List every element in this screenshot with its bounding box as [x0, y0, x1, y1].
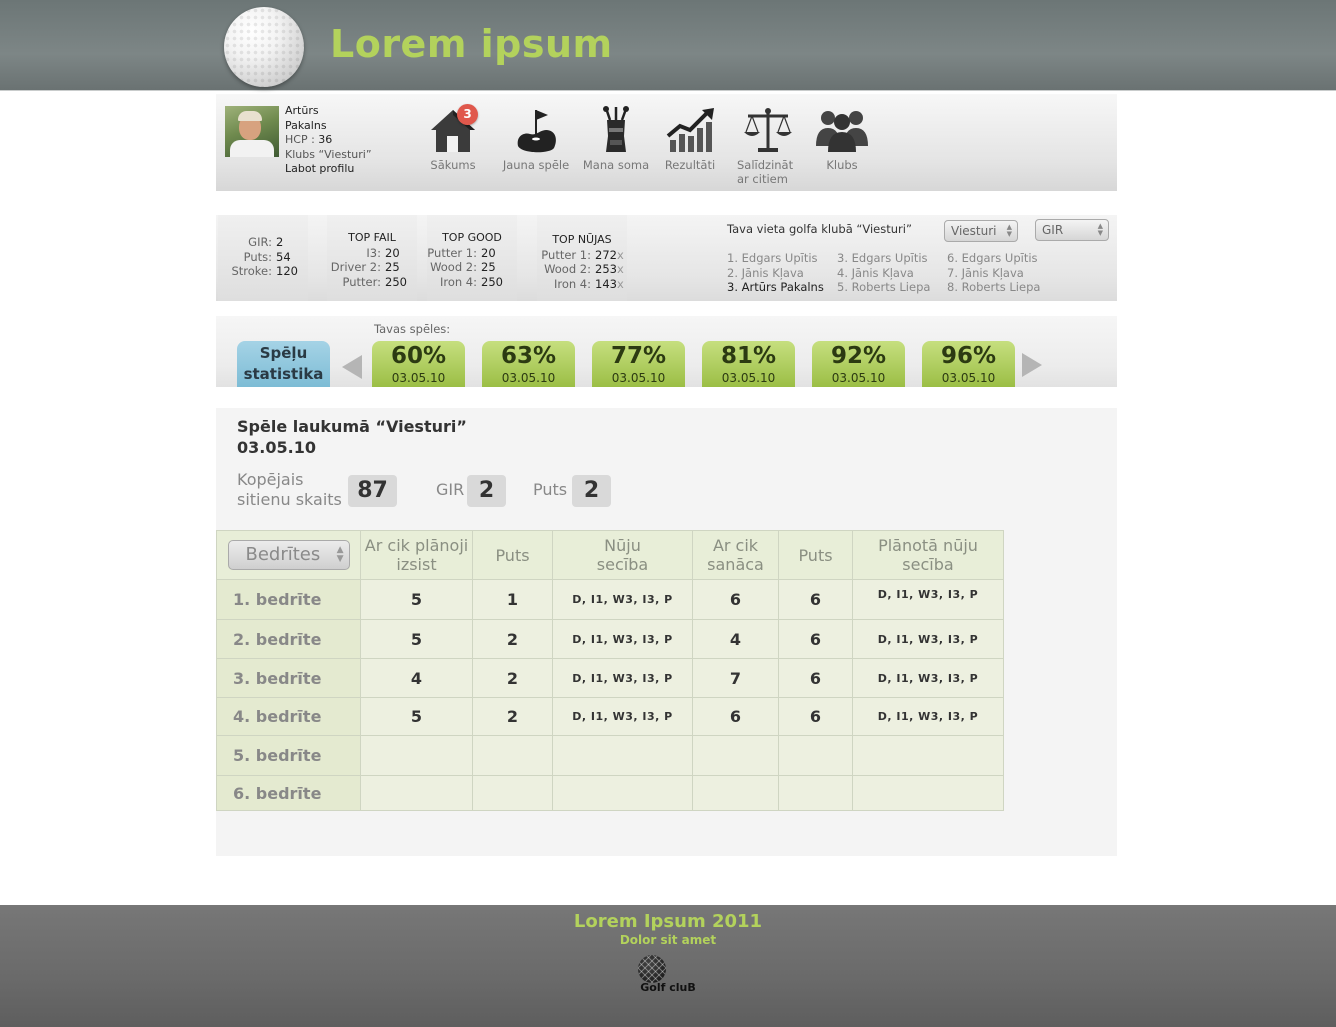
- table-row[interactable]: 5. bedrīte: [216, 735, 1004, 776]
- total-strokes-value: 87: [348, 475, 397, 507]
- games-label: Tavas spēles:: [374, 322, 451, 336]
- golf-flag-icon: [517, 110, 556, 153]
- nav-new-game[interactable]: Jauna spēle: [498, 106, 574, 172]
- edit-profile-link[interactable]: Labot profilu: [285, 162, 372, 177]
- users-group-icon: [816, 111, 868, 152]
- nav-home[interactable]: 3 Sākums: [423, 104, 483, 172]
- table-header-row: Bedrītes ▲ ▼ Ar cik plānoji izsist Puts Nū…: [216, 530, 1004, 580]
- footer-subtitle: Dolor sit amet: [619, 933, 717, 947]
- profile-last-name: Pakalns: [285, 118, 327, 132]
- stats-bar: GIR: 2 Puts: 54 Stroke: 120 TOP FAIL I3: 20 …: [216, 215, 1117, 301]
- game-tab[interactable]: 77% 03.05.10: [592, 341, 685, 387]
- site-header: Lorem ipsum: [0, 0, 1336, 91]
- header-club-sequence: Nūju secība: [552, 530, 693, 580]
- holes-select-header: Bedrītes ▲ ▼: [216, 530, 361, 580]
- game-details-panel: Spēle laukumā “Viesturi” 03.05.10 Kopēja…: [216, 408, 1117, 856]
- ranking-col-1: 1. Edgars Upītis 2. Jānis Kļava 3. Artūr…: [727, 251, 824, 294]
- game-tab[interactable]: 96% 03.05.10: [922, 341, 1015, 387]
- holes-table: Bedrītes ▲ ▼ Ar cik plānoji izsist Puts Nū…: [216, 530, 1004, 811]
- tab-game-statistics[interactable]: Spēļu statistika: [237, 341, 330, 387]
- game-course: Spēle laukumā “Viesturi”: [237, 417, 467, 436]
- profile-club: Klubs “Viesturi”: [285, 147, 372, 161]
- golf-club-logo-icon[interactable]: [638, 955, 666, 983]
- site-title[interactable]: Lorem ipsum: [330, 22, 613, 66]
- golf-bag-icon: [603, 106, 629, 152]
- game-heading: Spēle laukumā “Viesturi” 03.05.10: [237, 416, 467, 458]
- footer-logo-text: Golf cluB: [640, 981, 696, 994]
- stats-top-nujas: TOP NŪJAS Putter 1: 272 x Wood 2: 253 x Iron…: [537, 215, 627, 301]
- select-arrows-icon: ▲ ▼: [1006, 223, 1012, 238]
- table-row[interactable]: 1. bedrīte 5 1 D, I1, W3, I3, P66 D, I1, W…: [216, 579, 1004, 620]
- game-tab[interactable]: 81% 03.05.10: [702, 341, 795, 387]
- scales-icon: [744, 108, 792, 152]
- stats-top-fail: TOP FAIL I3: 20 Driver 2: 25 Putter: 250: [327, 215, 417, 301]
- club-select[interactable]: Viesturi ▲ ▼: [944, 220, 1018, 242]
- total-strokes-label: Kopējais sitienu skaits: [237, 470, 342, 509]
- game-date: 03.05.10: [237, 438, 316, 457]
- golf-ball-logo-icon[interactable]: [224, 7, 304, 87]
- puts-label: Puts: [533, 480, 568, 499]
- ranking-current-user: 3. Artūrs Pakalns: [727, 280, 824, 294]
- stat-stroke: Stroke: 120: [231, 264, 298, 278]
- header-planned: Ar cik plānoji izsist: [360, 530, 473, 580]
- profile-hcp: HCP : 36: [285, 133, 333, 146]
- ranking-col-3: 6. Edgars Upītis 7. Jānis Kļava 8. Rober…: [947, 251, 1041, 294]
- header-puts-2: Puts: [778, 530, 853, 580]
- site-footer: Lorem Ipsum 2011 Dolor sit amet Golf clu…: [0, 905, 1336, 1027]
- stat-puts: Puts: 54: [243, 249, 291, 264]
- top-nujas-title: TOP NŪJAS: [552, 233, 612, 246]
- profile-info: Artūrs Pakalns HCP : 36 Klubs “Viesturi”…: [285, 104, 372, 177]
- table-row[interactable]: 6. bedrīte: [216, 775, 1004, 811]
- profile-first-name: Artūrs: [285, 104, 319, 117]
- stats-top-good: TOP GOOD Putter 1: 20 Wood 2: 25 Iron 4: 25…: [427, 215, 517, 301]
- nav-my-bag[interactable]: Mana soma: [582, 106, 650, 172]
- holes-select[interactable]: Bedrītes ▲ ▼: [227, 540, 350, 570]
- avatar[interactable]: [225, 106, 279, 157]
- nav-compare[interactable]: Salīdzināt ar citiem: [737, 106, 799, 186]
- nav-clubs[interactable]: Klubs: [812, 106, 872, 172]
- header-puts: Puts: [472, 530, 553, 580]
- select-arrows-icon: ▲ ▼: [1097, 222, 1103, 237]
- game-tab[interactable]: 63% 03.05.10: [482, 341, 575, 387]
- ranking-col-2: 3. Edgars Upītis 4. Jānis Kļava 5. Rober…: [837, 251, 931, 294]
- notification-badge: 3: [457, 104, 478, 125]
- nav-bar: Artūrs Pakalns HCP : 36 Klubs “Viesturi”…: [216, 94, 1117, 191]
- games-bar: Tavas spēles: Spēļu statistika 60% 03.05.…: [216, 316, 1117, 387]
- nav-results[interactable]: Rezultāti: [660, 106, 720, 172]
- gir-value: 2: [467, 475, 506, 507]
- ranking-title: Tava vieta golfa klubā “Viesturi”: [727, 222, 912, 236]
- puts-value: 2: [572, 475, 611, 507]
- gir-label: GIR: [436, 480, 465, 499]
- stat-gir: GIR: 2: [248, 235, 284, 249]
- stats-basic: GIR: 2 Puts: 54 Stroke: 120: [218, 215, 308, 301]
- prev-arrow-icon[interactable]: [342, 355, 362, 379]
- table-row[interactable]: 2. bedrīte 5 2 D, I1, W3, I3, P46 D, I1, W…: [216, 619, 1004, 659]
- top-fail-title: TOP FAIL: [348, 231, 396, 244]
- metric-select[interactable]: GIR ▲ ▼: [1035, 219, 1109, 241]
- chart-up-icon: [666, 108, 714, 152]
- header-actual: Ar cik sanāca: [692, 530, 779, 580]
- footer-title: Lorem Ipsum 2011: [573, 911, 763, 932]
- top-good-title: TOP GOOD: [442, 231, 502, 244]
- table-row[interactable]: 3. bedrīte 4 2 D, I1, W3, I3, P76 D, I1, W…: [216, 658, 1004, 698]
- select-arrows-icon: ▲ ▼: [336, 545, 344, 564]
- table-row[interactable]: 4. bedrīte 5 2 D, I1, W3, I3, P66 D, I1, W…: [216, 697, 1004, 736]
- game-tab[interactable]: 60% 03.05.10: [372, 341, 465, 387]
- next-arrow-icon[interactable]: [1022, 353, 1042, 377]
- game-tab[interactable]: 92% 03.05.10: [812, 341, 905, 387]
- header-planned-sequence: Plānotā nūju secība: [852, 530, 1004, 580]
